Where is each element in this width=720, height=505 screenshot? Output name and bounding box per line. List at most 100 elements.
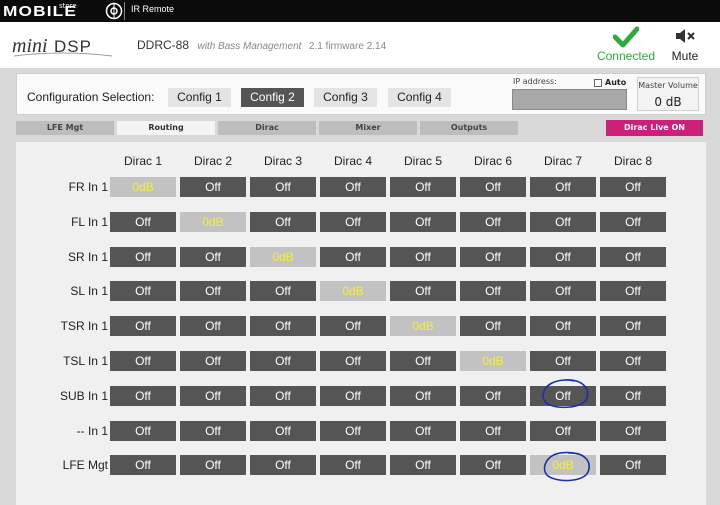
auto-checkbox[interactable] xyxy=(594,79,602,87)
routing-cell[interactable]: Off xyxy=(180,420,246,441)
tab-dirac[interactable]: Dirac xyxy=(218,121,316,135)
master-volume-label: Master Volume xyxy=(638,81,698,90)
routing-cell[interactable]: Off xyxy=(110,246,176,267)
config-4-button[interactable]: Config 4 xyxy=(388,88,451,107)
routing-cell[interactable]: Off xyxy=(390,351,456,371)
routing-cell[interactable]: Off xyxy=(320,316,386,337)
master-volume[interactable]: Master Volume 0 dB xyxy=(637,77,699,111)
routing-cell[interactable]: 0dB xyxy=(530,455,596,476)
routing-cell[interactable]: Off xyxy=(460,211,526,232)
routing-cell[interactable]: Off xyxy=(600,177,666,197)
routing-cell[interactable]: Off xyxy=(250,211,316,232)
routing-cell[interactable]: Off xyxy=(320,385,386,406)
routing-cell[interactable]: Off xyxy=(320,351,386,371)
ip-address-label: IP address: xyxy=(513,77,557,86)
routing-cell[interactable]: Off xyxy=(180,246,246,267)
routing-cell[interactable]: Off xyxy=(110,316,176,337)
row-label: TSR In 1 xyxy=(60,319,108,334)
routing-cell[interactable]: Off xyxy=(460,316,526,337)
routing-cell[interactable]: Off xyxy=(390,246,456,267)
row-label: LFE Mgt xyxy=(62,458,108,473)
routing-cell[interactable]: Off xyxy=(460,385,526,406)
routing-cell[interactable]: Off xyxy=(180,455,246,476)
routing-cell[interactable]: Off xyxy=(110,420,176,441)
routing-cell[interactable]: Off xyxy=(320,177,386,197)
routing-cell[interactable]: Off xyxy=(530,316,596,337)
routing-cell[interactable]: Off xyxy=(320,211,386,232)
routing-cell[interactable]: Off xyxy=(600,351,666,371)
routing-cell[interactable]: Off xyxy=(250,281,316,302)
column-header-dirac-8: Dirac 8 xyxy=(613,154,652,168)
connection-status-label: Connected xyxy=(596,49,656,63)
routing-cell[interactable]: Off xyxy=(460,455,526,476)
routing-cell[interactable]: 0dB xyxy=(250,246,316,267)
routing-cell[interactable]: Off xyxy=(460,177,526,197)
config-panel: Configuration Selection: Config 1 Config… xyxy=(16,73,706,115)
titlebar-divider xyxy=(124,2,125,20)
routing-cell[interactable]: Off xyxy=(600,455,666,476)
routing-cell[interactable]: Off xyxy=(180,177,246,197)
routing-cell[interactable]: Off xyxy=(250,455,316,476)
tab-mixer[interactable]: Mixer xyxy=(319,121,417,135)
routing-cell[interactable]: Off xyxy=(460,281,526,302)
routing-cell[interactable]: Off xyxy=(180,281,246,302)
routing-cell[interactable]: Off xyxy=(600,246,666,267)
routing-cell[interactable]: 0dB xyxy=(320,281,386,302)
tab-routing[interactable]: Routing xyxy=(117,121,215,135)
routing-cell[interactable]: Off xyxy=(600,385,666,406)
routing-cell[interactable]: Off xyxy=(530,281,596,302)
routing-cell[interactable]: Off xyxy=(530,351,596,371)
routing-cell[interactable]: Off xyxy=(530,211,596,232)
app-header: mini DSP DDRC-88 with Bass Management 2.… xyxy=(0,22,720,68)
routing-cell[interactable]: Off xyxy=(390,211,456,232)
tab-outputs[interactable]: Outputs xyxy=(420,121,518,135)
routing-cell[interactable]: Off xyxy=(110,385,176,406)
routing-cell[interactable]: Off xyxy=(110,351,176,371)
routing-cell[interactable]: Off xyxy=(180,351,246,371)
routing-cell[interactable]: Off xyxy=(390,455,456,476)
routing-cell[interactable]: Off xyxy=(530,385,596,406)
routing-cell[interactable]: Off xyxy=(250,385,316,406)
speaker-mute-icon xyxy=(676,29,695,43)
routing-cell[interactable]: 0dB xyxy=(180,211,246,232)
config-3-button[interactable]: Config 3 xyxy=(314,88,377,107)
routing-cell[interactable]: Off xyxy=(530,420,596,441)
routing-cell[interactable]: Off xyxy=(180,316,246,337)
config-selection-label: Configuration Selection: xyxy=(27,90,155,104)
routing-cell[interactable]: 0dB xyxy=(460,351,526,371)
routing-cell[interactable]: 0dB xyxy=(110,177,176,197)
routing-cell[interactable]: Off xyxy=(250,316,316,337)
routing-cell[interactable]: Off xyxy=(390,177,456,197)
routing-cell[interactable]: Off xyxy=(250,420,316,441)
routing-cell[interactable]: Off xyxy=(600,211,666,232)
routing-cell[interactable]: Off xyxy=(460,420,526,441)
routing-cell[interactable]: Off xyxy=(110,281,176,302)
row-label: TSL In 1 xyxy=(63,354,108,368)
ip-address-input[interactable] xyxy=(512,89,627,110)
routing-cell[interactable]: Off xyxy=(390,420,456,441)
routing-cell[interactable]: Off xyxy=(320,455,386,476)
routing-cell[interactable]: Off xyxy=(250,351,316,371)
routing-cell[interactable]: Off xyxy=(320,420,386,441)
routing-cell[interactable]: Off xyxy=(600,316,666,337)
config-1-button[interactable]: Config 1 xyxy=(168,88,231,107)
tab-lfe-mgt[interactable]: LFE Mgt xyxy=(16,121,114,135)
config-2-button[interactable]: Config 2 xyxy=(241,88,304,107)
routing-cell[interactable]: Off xyxy=(180,385,246,406)
routing-cell[interactable]: Off xyxy=(530,177,596,197)
routing-cell[interactable]: Off xyxy=(530,246,596,267)
routing-cell[interactable]: Off xyxy=(110,455,176,476)
dirac-live-button[interactable]: Dirac Live ON xyxy=(606,120,703,136)
routing-cell[interactable]: Off xyxy=(320,246,386,267)
routing-cell[interactable]: Off xyxy=(600,420,666,441)
row-label: -- In 1 xyxy=(76,423,108,438)
routing-cell[interactable]: 0dB xyxy=(390,316,456,337)
routing-cell[interactable]: Off xyxy=(390,385,456,406)
routing-cell[interactable]: Off xyxy=(250,177,316,197)
window-title: IR Remote xyxy=(131,4,175,14)
routing-cell[interactable]: Off xyxy=(110,211,176,232)
routing-cell[interactable]: Off xyxy=(390,281,456,302)
routing-cell[interactable]: Off xyxy=(460,246,526,267)
routing-cell[interactable]: Off xyxy=(600,281,666,302)
mute-button[interactable]: Mute xyxy=(665,26,705,63)
